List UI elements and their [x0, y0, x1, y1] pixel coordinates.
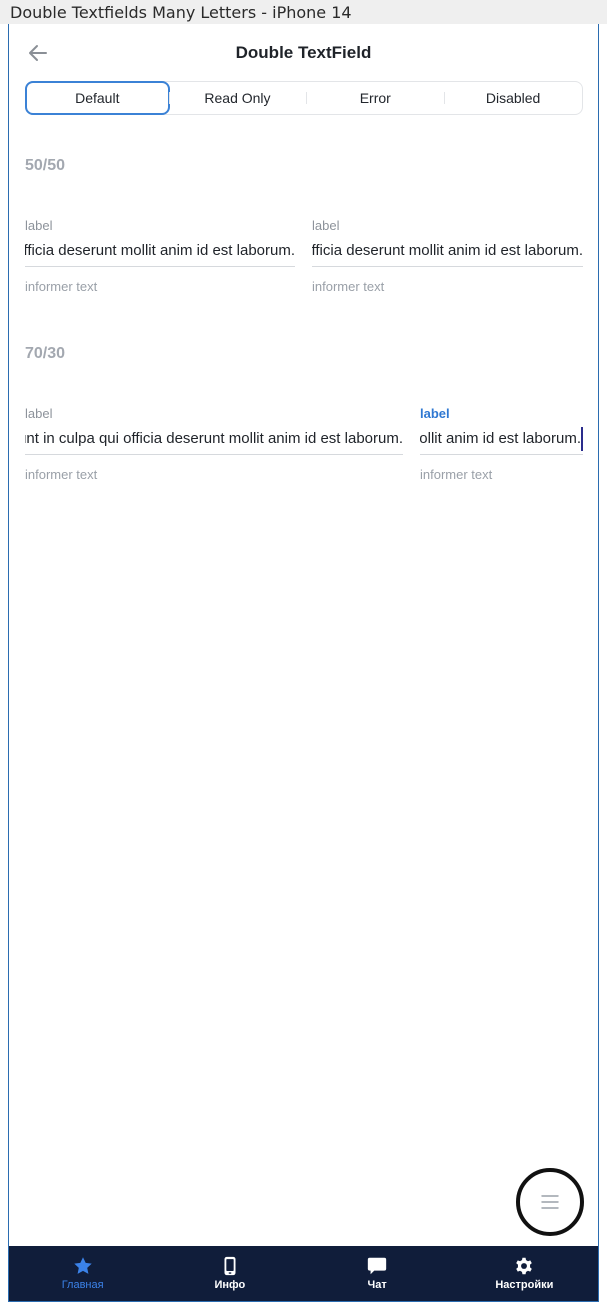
- informer-text: informer text: [312, 279, 385, 294]
- tab-label: Настройки: [495, 1279, 554, 1291]
- tab-info[interactable]: Инфо: [156, 1246, 303, 1301]
- field-label: label: [25, 218, 53, 233]
- state-segmented-control: Default Read Only Error Disabled: [25, 81, 583, 115]
- field-label: label: [420, 406, 450, 421]
- menu-fab-button[interactable]: [516, 1168, 584, 1236]
- informer-text: informer text: [420, 467, 493, 482]
- text-field-left: label Excepteur sint occaecat cupidatat …: [25, 218, 295, 298]
- device-frame: Double TextField Default Read Only Error…: [8, 24, 599, 1302]
- phone-icon: [224, 1256, 236, 1276]
- text-input[interactable]: Excepteur sint occaecat cupidatat non pr…: [312, 239, 583, 267]
- star-icon: [73, 1257, 92, 1274]
- segment-disabled[interactable]: Disabled: [444, 82, 582, 114]
- text-field-wide: label Excepteur sint occaecat cupidatat …: [25, 406, 403, 486]
- field-label: label: [312, 218, 340, 233]
- text-input[interactable]: Excepteur sint occaecat cupidatat non pr…: [25, 427, 403, 455]
- menu-icon: [541, 1195, 559, 1209]
- field-label: label: [25, 406, 53, 421]
- tab-label: Чат: [367, 1279, 387, 1291]
- text-input[interactable]: Excepteur sint occaecat cupidatat non pr…: [420, 427, 583, 455]
- bottom-tab-bar: Главная Инфо Чат Настройки: [9, 1246, 598, 1301]
- section-title-50-50: 50/50: [25, 157, 66, 174]
- tab-label: Главная: [61, 1279, 104, 1291]
- gear-icon: [516, 1257, 533, 1275]
- chat-bubble-icon: [367, 1257, 387, 1275]
- tab-chat[interactable]: Чат: [304, 1246, 451, 1301]
- tab-home[interactable]: Главная: [9, 1246, 156, 1301]
- page-title: Double TextField: [235, 43, 372, 62]
- informer-text: informer text: [25, 467, 98, 482]
- window-title: Double Textfields Many Letters - iPhone …: [0, 0, 607, 24]
- tab-label: Инфо: [214, 1279, 246, 1291]
- tab-settings[interactable]: Настройки: [451, 1246, 598, 1301]
- navigation-bar: Double TextField: [9, 24, 598, 80]
- segment-error[interactable]: Error: [306, 82, 444, 114]
- informer-text: informer text: [25, 279, 98, 294]
- text-field-narrow-focused: label Excepteur sint occaecat cupidatat …: [420, 406, 583, 486]
- text-input[interactable]: Excepteur sint occaecat cupidatat non pr…: [25, 239, 295, 267]
- segment-read-only[interactable]: Read Only: [168, 82, 307, 114]
- text-field-right: label Excepteur sint occaecat cupidatat …: [312, 218, 583, 298]
- segment-default[interactable]: Default: [25, 81, 170, 115]
- section-title-70-30: 70/30: [25, 345, 66, 362]
